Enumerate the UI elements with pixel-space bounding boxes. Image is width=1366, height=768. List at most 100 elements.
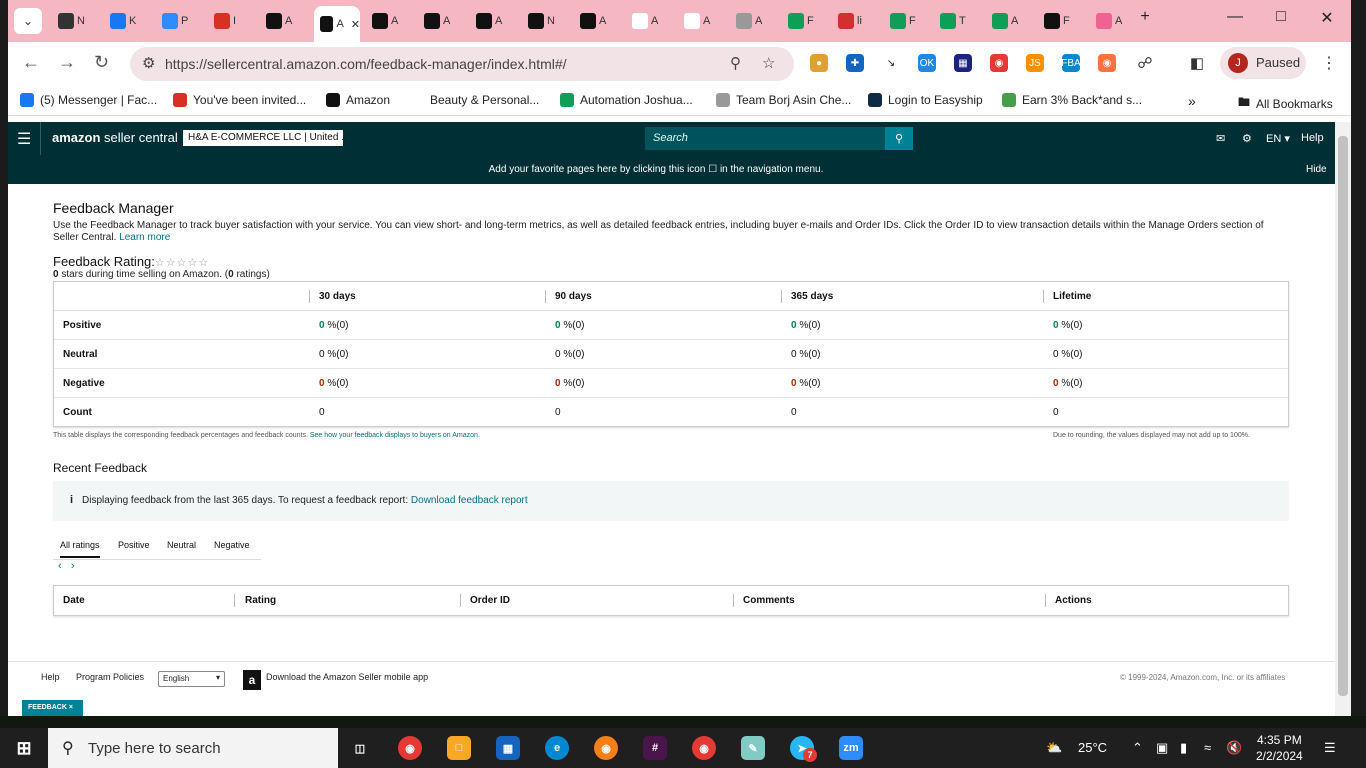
vpn-icon[interactable]: ◉ (594, 736, 618, 760)
column-date[interactable]: Date (63, 595, 85, 606)
extension-icon-1[interactable]: ● (810, 54, 828, 72)
learn-more-link[interactable]: Learn more (119, 232, 170, 243)
scrollbar-thumb[interactable] (1338, 136, 1348, 696)
help-link[interactable]: Help (1301, 132, 1324, 144)
back-icon[interactable]: ← (22, 52, 40, 73)
browser-tab[interactable]: A (678, 8, 722, 34)
tab-negative[interactable]: Negative (214, 540, 250, 550)
hide-button[interactable]: Hide (1306, 164, 1327, 175)
address-bar[interactable]: ⚙ https://sellercentral.amazon.com/feedb… (130, 47, 794, 81)
browser-tab[interactable]: I (208, 8, 252, 34)
browser-tab[interactable]: li (832, 8, 876, 34)
browser-tab[interactable]: A (260, 8, 304, 34)
bookmark-item[interactable]: Automation Joshua... (560, 93, 693, 107)
system-clock[interactable]: 4:35 PM 2/2/2024 (1256, 732, 1303, 764)
app-icon[interactable]: ▦ (496, 736, 520, 760)
browser-tab[interactable]: A (730, 8, 774, 34)
browser-tab[interactable]: K (104, 8, 148, 34)
footer-language-select[interactable]: English ▾ (158, 671, 225, 687)
page-scrollbar[interactable] (1335, 122, 1351, 716)
extension-icon-js[interactable]: JS (1026, 54, 1044, 72)
browser-tab[interactable]: F (884, 8, 928, 34)
extension-icon-firefox[interactable]: ◉ (1098, 54, 1116, 72)
bookmark-item[interactable]: Amazon (326, 93, 390, 107)
menu-icon[interactable]: ⋮ (1320, 54, 1338, 72)
settings-gear-icon[interactable]: ⚙ (1242, 132, 1252, 145)
search-input[interactable]: Search (645, 127, 885, 150)
extension-icon-pokeball[interactable]: ◉ (990, 54, 1008, 72)
browser-tab[interactable]: A (626, 8, 670, 34)
windows-start-icon[interactable]: ⊞ (12, 736, 36, 760)
footer-policies-link[interactable]: Program Policies (76, 672, 144, 682)
meet-icon[interactable]: ▣ (1156, 740, 1168, 756)
extension-icon-3[interactable]: ↘ (882, 54, 900, 72)
notifications-icon[interactable]: ☰ (1324, 740, 1336, 756)
browser-tab[interactable]: A (366, 8, 410, 34)
column-comments[interactable]: Comments (743, 595, 795, 606)
footer-help-link[interactable]: Help (41, 672, 60, 682)
wifi-icon[interactable]: ≈ (1204, 740, 1211, 755)
weather-temp[interactable]: 25°C (1078, 740, 1107, 755)
tab-all-ratings[interactable]: All ratings (60, 540, 100, 558)
chevron-right-icon[interactable]: › (71, 560, 75, 572)
browser-tab[interactable]: A (470, 8, 514, 34)
browser-tab[interactable]: A (574, 8, 618, 34)
browser-tab[interactable]: A (1090, 8, 1134, 34)
bookmark-star-icon[interactable]: ☆ (762, 54, 775, 72)
bookmark-item[interactable]: (5) Messenger | Fac... (20, 93, 157, 107)
buyer-display-link[interactable]: See how your feedback displays to buyers… (310, 432, 480, 439)
column-rating[interactable]: Rating (245, 595, 276, 606)
search-button[interactable]: ⚲ (885, 127, 913, 150)
zoom-app-icon[interactable]: zm (839, 736, 863, 760)
column-order-id[interactable]: Order ID (470, 595, 510, 606)
side-panel-icon[interactable]: ◧ (1188, 54, 1206, 72)
battery-icon[interactable]: ▮ (1180, 740, 1187, 756)
column-actions[interactable]: Actions (1055, 595, 1092, 606)
account-switcher[interactable]: H&A E-COMMERCE LLC | United ... (183, 130, 343, 146)
hamburger-menu-icon[interactable]: ☰ (17, 129, 31, 149)
notepad-icon[interactable]: ✎ (741, 736, 765, 760)
feedback-button[interactable]: FEEDBACK × (22, 700, 83, 716)
new-tab-button[interactable]: + (1130, 8, 1160, 26)
close-tab-icon[interactable]: ✕ (351, 18, 360, 31)
browser-tab[interactable]: N (522, 8, 566, 34)
download-report-link[interactable]: Download feedback report (411, 495, 528, 506)
all-bookmarks[interactable]: 🖿 All Bookmarks (1238, 93, 1333, 114)
slack-icon[interactable]: # (643, 736, 667, 760)
browser-tab[interactable]: A ✕ (314, 6, 360, 42)
forward-icon[interactable]: → (58, 52, 76, 73)
minimize-button[interactable]: — (1220, 8, 1250, 26)
browser-tab[interactable]: A (986, 8, 1030, 34)
browser-tab[interactable]: F (782, 8, 826, 34)
extension-icon-ok[interactable]: OK (918, 54, 936, 72)
edge-icon[interactable]: e (545, 736, 569, 760)
file-explorer-icon[interactable]: □ (447, 736, 471, 760)
zoom-icon[interactable]: ⚲ (730, 54, 741, 72)
close-window-button[interactable]: ✕ (1312, 8, 1342, 28)
maximize-button[interactable]: □ (1266, 8, 1296, 26)
tab-neutral[interactable]: Neutral (167, 540, 196, 550)
browser-tab[interactable]: N (52, 8, 96, 34)
bookmark-item[interactable]: You've been invited... (173, 93, 306, 107)
tab-positive[interactable]: Positive (118, 540, 150, 550)
browser-tab[interactable]: T (934, 8, 978, 34)
extension-icon-5[interactable]: ▦ (954, 54, 972, 72)
bookmark-item[interactable]: Earn 3% Back*and s... (1002, 93, 1142, 107)
tray-chevron-up-icon[interactable]: ⌃ (1132, 740, 1143, 756)
bookmarks-overflow-icon[interactable]: » (1188, 93, 1196, 109)
taskbar-search[interactable]: ⚲ Type here to search (48, 728, 338, 768)
reload-icon[interactable]: ↻ (94, 52, 109, 73)
extension-icon-fba[interactable]: FBA (1061, 54, 1081, 72)
profile-button[interactable]: J Paused (1220, 47, 1306, 79)
seller-central-logo[interactable]: amazon seller central (52, 130, 178, 145)
language-selector[interactable]: EN ▾ (1266, 132, 1290, 145)
extensions-puzzle-icon[interactable]: ☍ (1136, 54, 1154, 72)
chrome-icon[interactable]: ◉ (398, 736, 422, 760)
site-info-icon[interactable]: ⚙ (142, 54, 155, 72)
bookmark-item[interactable]: Beauty & Personal... (410, 93, 539, 107)
browser-tab[interactable]: F (1038, 8, 1082, 34)
mobile-app-link[interactable]: Download the Amazon Seller mobile app (266, 672, 428, 682)
volume-muted-icon[interactable]: 🔇 (1226, 740, 1242, 756)
chevron-left-icon[interactable]: ‹ (58, 560, 62, 572)
bookmark-item[interactable]: Team Borj Asin Che... (716, 93, 851, 107)
